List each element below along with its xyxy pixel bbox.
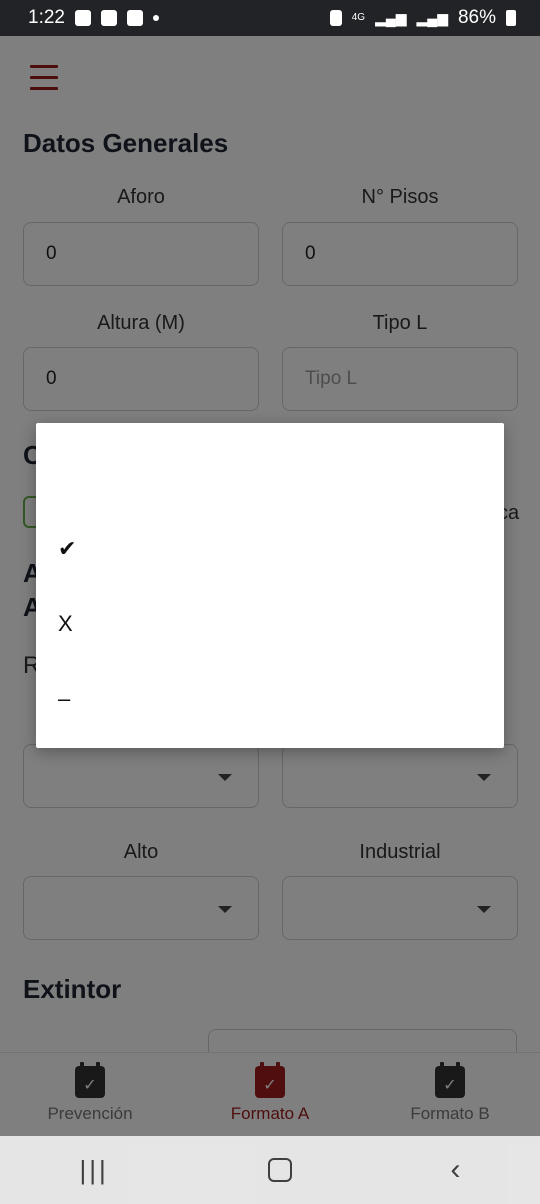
gallery-icon [74,10,91,26]
battery-icon [506,10,516,26]
battery-level: 86% [457,7,496,28]
options-dialog: ✔ X – [36,423,504,748]
dialog-option-dash[interactable]: – [58,679,478,719]
system-bar-overlay [0,1136,540,1204]
shopping-bag-icon [100,10,117,26]
clock: 1:22 [28,7,65,28]
signal-icon: ▂▄▆ [375,9,407,26]
checkbox-icon [126,10,143,26]
battery-saver-icon [329,10,342,26]
network-type: 4G [351,12,366,23]
status-bar: 1:22 4G ▂▄▆ ▂▄▆ 86% [0,0,540,36]
dialog-option-x[interactable]: X [58,604,478,644]
signal-icon-2: ▂▄▆ [416,9,448,26]
notification-dot-icon [152,15,159,21]
dialog-option-check[interactable]: ✔ [58,529,478,569]
